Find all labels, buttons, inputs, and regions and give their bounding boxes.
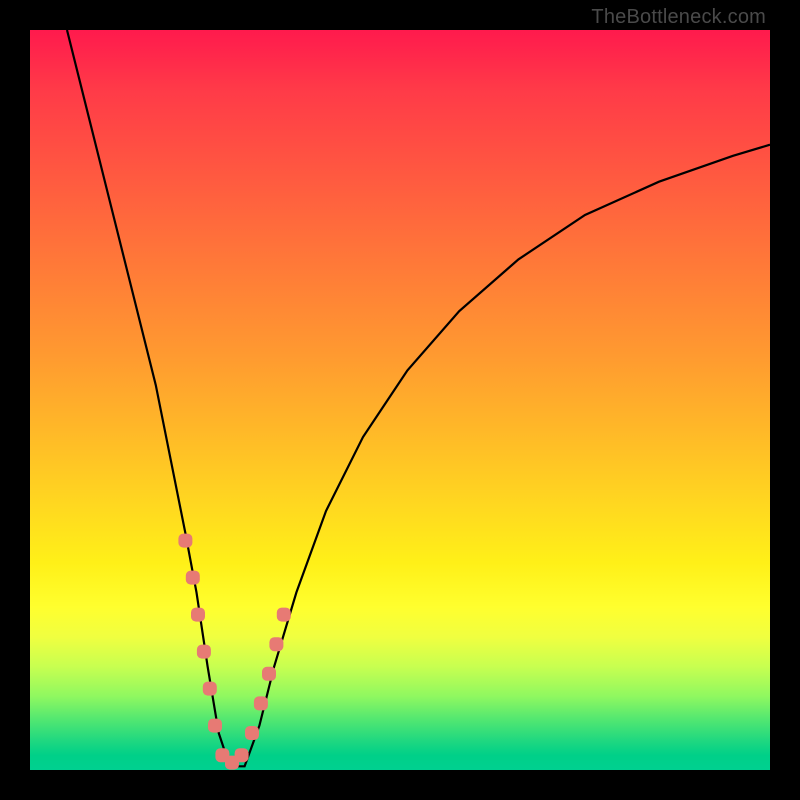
watermark-text: TheBottleneck.com xyxy=(591,6,766,29)
bottleneck-curve xyxy=(67,30,770,766)
highlight-marker xyxy=(254,696,268,710)
highlight-marker xyxy=(178,534,192,548)
highlight-marker xyxy=(186,571,200,585)
highlight-marker xyxy=(262,667,276,681)
highlight-marker xyxy=(208,719,222,733)
highlight-marker xyxy=(269,637,283,651)
highlight-marker xyxy=(235,748,249,762)
marker-group xyxy=(178,534,290,770)
highlight-marker xyxy=(191,608,205,622)
highlight-marker xyxy=(197,645,211,659)
highlight-marker xyxy=(203,682,217,696)
highlight-marker xyxy=(245,726,259,740)
chart-svg xyxy=(0,0,800,800)
chart-frame: TheBottleneck.com xyxy=(0,0,800,800)
highlight-marker xyxy=(277,608,291,622)
